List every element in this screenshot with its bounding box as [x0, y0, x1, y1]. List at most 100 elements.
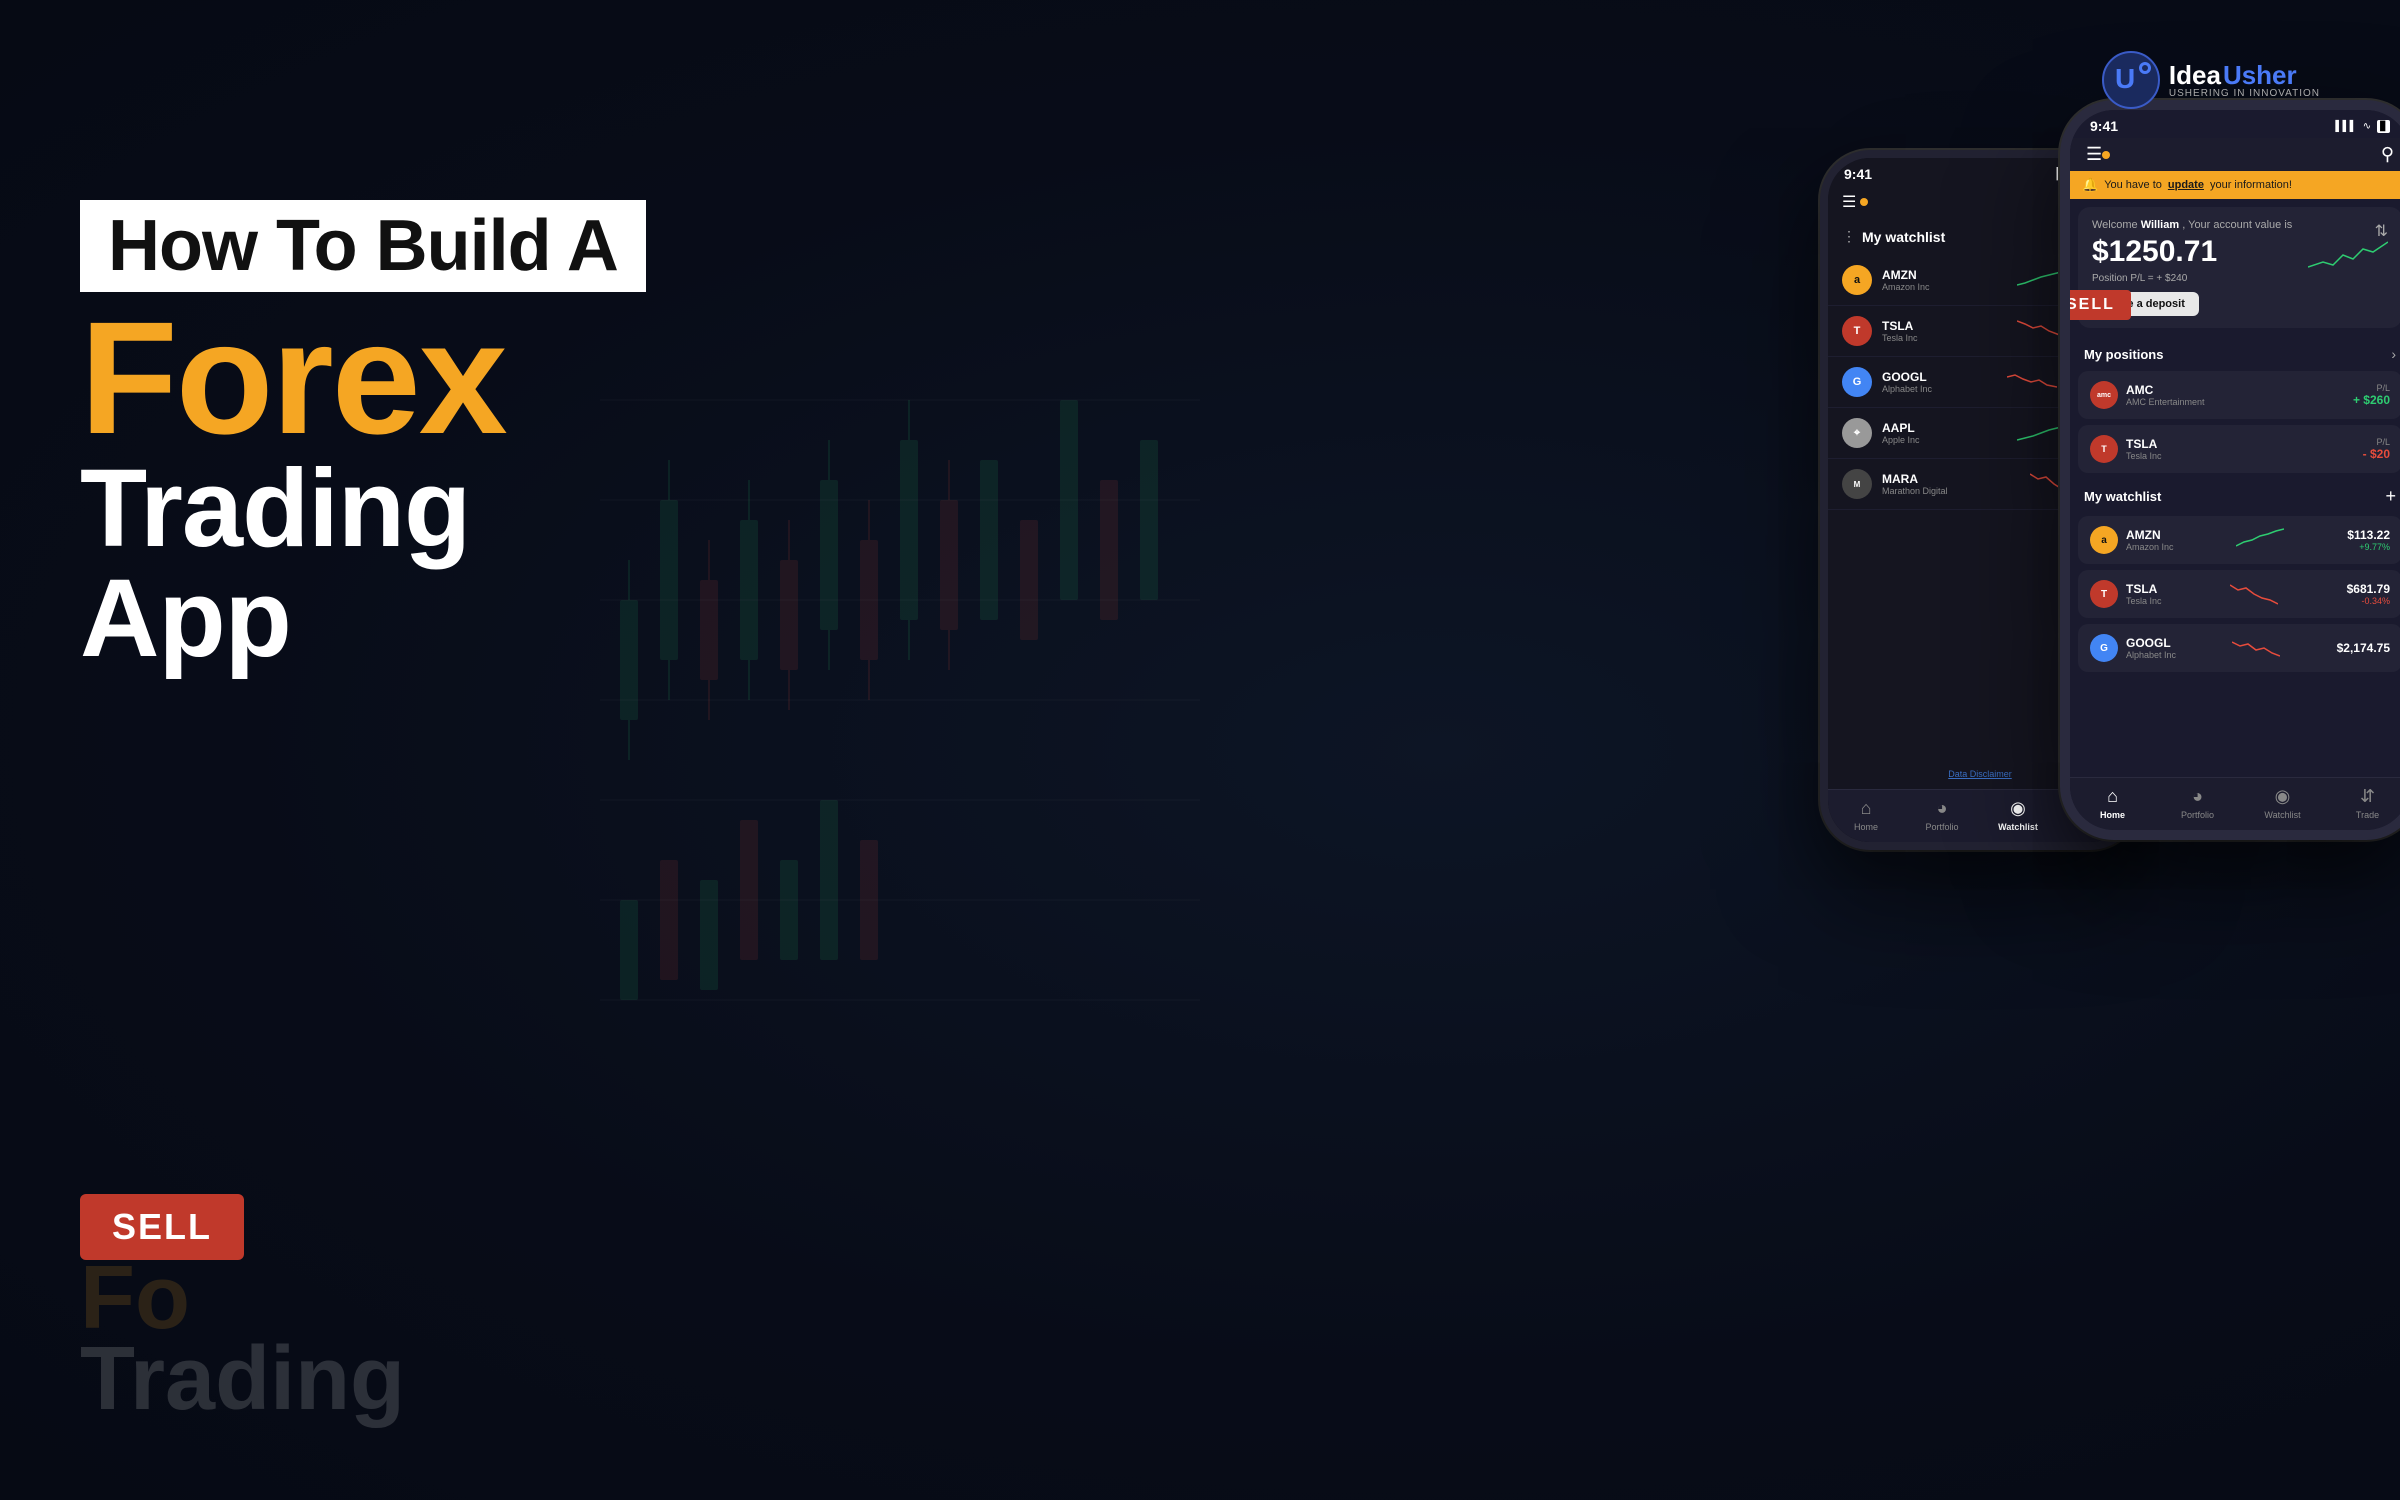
logo-tagline: USHERING IN INNOVATION: [2169, 88, 2320, 99]
watch-googl-price: $2,174.75: [2337, 641, 2390, 655]
watch-tsla-ticker: TSLA: [2126, 582, 2162, 596]
front-nav-portfolio[interactable]: ◕ Portfolio: [2155, 786, 2240, 820]
watch-amzn-right: $113.22 +9.77%: [2347, 528, 2390, 552]
watch-amzn-mid: [2174, 526, 2348, 554]
back-googl-info: GOOGL Alphabet Inc: [1882, 370, 1999, 394]
phone-front: SELL 9:41 ▌▌▌ ∿ ▊ ☰ ⚲ 🔔 You h: [2060, 100, 2400, 840]
tsla-pos-left: T TSLA Tesla Inc: [2090, 435, 2162, 463]
welcome-suffix: , Your account value is: [2182, 219, 2292, 231]
amc-name: AMC Entertainment: [2126, 397, 2205, 407]
back-mara-ticker: MARA: [1882, 472, 2022, 486]
tsla-pl-label: P/L: [2363, 437, 2390, 447]
front-position-tsla[interactable]: T TSLA Tesla Inc P/L - $20: [2078, 425, 2400, 473]
tsla-pos-right: P/L - $20: [2363, 437, 2390, 461]
welcome-name: William: [2141, 219, 2179, 231]
welcome-label: Welcome: [2092, 219, 2138, 231]
back-googl-ticker: GOOGL: [1882, 370, 1999, 384]
front-nav-home[interactable]: ⌂ Home: [2070, 786, 2155, 820]
front-watchlist-plus[interactable]: +: [2385, 486, 2396, 507]
dots-icon: ⋮: [1842, 228, 1856, 245]
tsla-pos-name: Tesla Inc: [2126, 451, 2162, 461]
back-mara-info: MARA Marathon Digital: [1882, 472, 2022, 496]
back-aapl-name: Apple Inc: [1882, 435, 2009, 445]
back-googl-name: Alphabet Inc: [1882, 384, 1999, 394]
logo-icon: U: [2101, 50, 2161, 110]
back-aapl-ticker: AAPL: [1882, 421, 2009, 435]
back-tsla-ticker: TSLA: [1882, 319, 2009, 333]
front-top-bar: ☰ ⚲: [2070, 138, 2400, 171]
front-watchlist-title: My watchlist: [2084, 489, 2161, 504]
front-nav-portfolio-label: Portfolio: [2181, 810, 2214, 820]
watch-tsla-price: $681.79: [2347, 582, 2390, 596]
logo: U Idea Usher USHERING IN INNOVATION: [2101, 50, 2320, 110]
back-tsla-logo: T: [1842, 316, 1872, 346]
back-watchlist-title: My watchlist: [1862, 229, 1945, 245]
front-alert-banner: 🔔 You have to update your information!: [2070, 171, 2400, 199]
watch-googl-info: GOOGL Alphabet Inc: [2126, 636, 2176, 660]
sell-badge-phone: SELL: [2060, 290, 2131, 320]
watch-amzn-change: +9.77%: [2347, 542, 2390, 552]
back-portfolio-icon: ◕: [1937, 798, 1948, 819]
watch-tsla-mid: [2162, 580, 2347, 608]
front-positions-arrow: ›: [2391, 346, 2396, 362]
back-nav-home[interactable]: ⌂ Home: [1828, 798, 1904, 832]
back-nav-watchlist[interactable]: ◉ Watchlist: [1980, 798, 2056, 832]
watch-tsla-chart: [2230, 580, 2278, 608]
headline-box: How To Build A: [80, 200, 646, 292]
front-positions-title: My positions: [2084, 347, 2163, 362]
watch-amzn-name: Amazon Inc: [2126, 542, 2174, 552]
back-nav-home-label: Home: [1854, 822, 1878, 832]
svg-text:U: U: [2115, 63, 2135, 94]
back-aapl-info: AAPL Apple Inc: [1882, 421, 2009, 445]
amc-ticker: AMC: [2126, 383, 2205, 397]
back-watchlist-icon: ◉: [2010, 798, 2026, 819]
amc-pl-value: + $260: [2353, 393, 2390, 407]
tsla-pl-value: - $20: [2363, 447, 2390, 461]
watch-tsla-info: TSLA Tesla Inc: [2126, 582, 2162, 606]
back-nav-portfolio[interactable]: ◕ Portfolio: [1904, 798, 1980, 832]
front-nav-home-label: Home: [2100, 810, 2125, 820]
alert-text: You have to: [2104, 179, 2162, 191]
front-search-icon[interactable]: ⚲: [2381, 144, 2394, 165]
alert-link[interactable]: update: [2168, 179, 2204, 191]
back-home-icon: ⌂: [1861, 798, 1872, 819]
amc-pos-right: P/L + $260: [2353, 383, 2390, 407]
front-nav-trade[interactable]: ⇵ Trade: [2325, 786, 2400, 820]
watch-amzn-chart: [2236, 526, 2284, 554]
front-status-bar: 9:41 ▌▌▌ ∿ ▊: [2070, 110, 2400, 138]
back-googl-logo: G: [1842, 367, 1872, 397]
logo-idea: Idea: [2169, 62, 2221, 88]
back-status-time: 9:41: [1844, 166, 1872, 182]
back-tsla-name: Tesla Inc: [1882, 333, 2009, 343]
watch-amzn-ticker: AMZN: [2126, 528, 2174, 542]
front-status-icons: ▌▌▌ ∿ ▊: [2335, 120, 2390, 133]
front-bottom-nav: ⌂ Home ◕ Portfolio ◉ Watchlist ⇵ Trade: [2070, 777, 2400, 830]
phones-container: 9:41 ▌▌▌ ∿ ▊ ☰ ⚲ ⋮ My watchlist +: [1820, 100, 2360, 850]
watch-tsla-left: T TSLA Tesla Inc: [2090, 580, 2162, 608]
back-amzn-info: AMZN Amazon Inc: [1882, 268, 2009, 292]
front-home-icon: ⌂: [2107, 786, 2118, 807]
watch-googl-mid: [2176, 634, 2337, 662]
front-battery-icon: ▊: [2377, 120, 2390, 133]
front-watch-tsla[interactable]: T TSLA Tesla Inc $681.79 -0.34%: [2078, 570, 2400, 618]
front-watchlist-header: My watchlist +: [2070, 476, 2400, 513]
back-menu-icon[interactable]: ☰: [1842, 192, 1856, 212]
amc-pos-left: amc AMC AMC Entertainment: [2090, 381, 2205, 409]
chevron-updown-icon: ⇅: [2375, 221, 2388, 241]
watermark: Fo Trading: [80, 1258, 405, 1420]
front-positions-header: My positions ›: [2070, 336, 2400, 368]
back-aapl-logo: ⌖: [1842, 418, 1872, 448]
back-tsla-info: TSLA Tesla Inc: [1882, 319, 2009, 343]
front-portfolio-icon: ◕: [2192, 786, 2203, 807]
front-menu-icon[interactable]: ☰: [2086, 144, 2102, 165]
back-nav-portfolio-label: Portfolio: [1925, 822, 1958, 832]
back-googl-chart: [2007, 367, 2057, 397]
front-watch-amzn[interactable]: a AMZN Amazon Inc $113.22 +9.77%: [2078, 516, 2400, 564]
front-watch-googl[interactable]: G GOOGL Alphabet Inc $2,174.75: [2078, 624, 2400, 672]
watch-googl-right: $2,174.75: [2337, 641, 2390, 655]
watch-googl-logo: G: [2090, 634, 2118, 662]
front-nav-watchlist[interactable]: ◉ Watchlist: [2240, 786, 2325, 820]
phone-front-screen: 9:41 ▌▌▌ ∿ ▊ ☰ ⚲ 🔔 You have to update yo…: [2070, 110, 2400, 830]
watch-googl-left: G GOOGL Alphabet Inc: [2090, 634, 2176, 662]
front-position-amc[interactable]: amc AMC AMC Entertainment P/L + $260: [2078, 371, 2400, 419]
